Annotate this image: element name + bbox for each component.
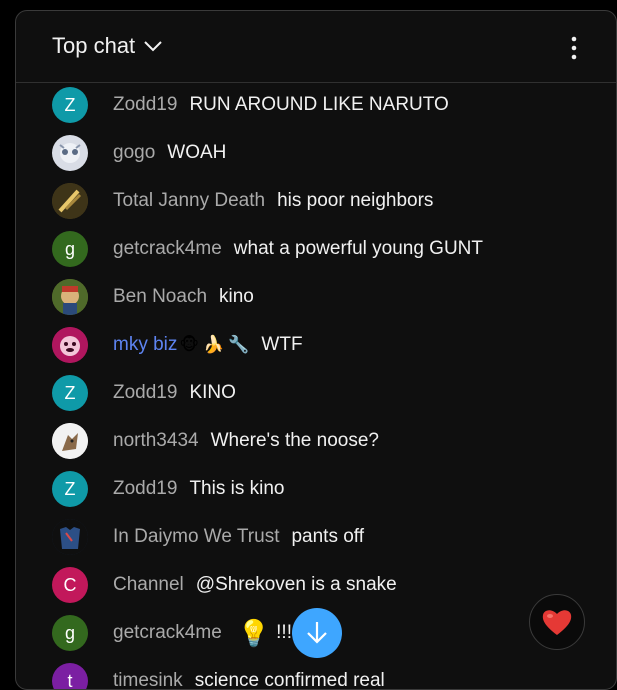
chat-message: In Daiymo We Trust pants off [52, 517, 364, 557]
message-author[interactable]: getcrack4me [113, 622, 222, 644]
chat-message: Z Zodd19 This is kino [52, 469, 284, 509]
avatar[interactable]: C [52, 567, 88, 603]
avatar[interactable]: g [52, 615, 88, 651]
message-author[interactable]: Zodd19 [113, 478, 177, 500]
message-text: WOAH [167, 142, 227, 163]
chat-mode-title: Top chat [52, 33, 136, 58]
avatar[interactable] [52, 519, 88, 555]
more-options-button[interactable] [562, 35, 586, 61]
chat-header: Top chat [16, 11, 616, 83]
message-text: @Shrekoven is a snake [195, 574, 397, 595]
message-text: science confirmed real [194, 670, 385, 690]
chat-message: Total Janny Death his poor neighbors [52, 181, 433, 221]
chat-message: gogo WOAH [52, 133, 226, 173]
message-author-member[interactable]: mky biz [113, 334, 177, 356]
arrow-down-icon [307, 622, 327, 644]
avatar[interactable]: t [52, 663, 88, 689]
lightbulb-emoji-icon: 💡 [237, 617, 271, 648]
chat-message: Z Zodd19 KINO [52, 373, 236, 413]
message-text: RUN AROUND LIKE NARUTO [189, 94, 449, 115]
message-text: WTF [261, 334, 303, 355]
message-text: his poor neighbors [277, 190, 434, 211]
chevron-down-icon [143, 40, 163, 52]
avatar[interactable] [52, 327, 88, 363]
chat-message: north3434 Where's the noose? [52, 421, 379, 461]
send-reaction-button[interactable] [529, 594, 585, 650]
chat-message: g getcrack4me 💡 !!! [52, 613, 292, 653]
message-author[interactable]: north3434 [113, 430, 199, 452]
message-author[interactable]: getcrack4me [113, 238, 222, 260]
chat-message: Ben Noach kino [52, 277, 254, 317]
chat-message: mky biz 🐵 🍌 🔧 WTF [52, 325, 303, 365]
top-chat-dropdown[interactable]: Top chat [52, 33, 163, 59]
scroll-to-bottom-button[interactable] [292, 608, 342, 658]
message-text: Where's the noose? [210, 430, 379, 451]
wrench-emoji-icon: 🔧 [228, 335, 250, 354]
avatar[interactable]: g [52, 231, 88, 267]
avatar[interactable]: Z [52, 87, 88, 123]
chat-message: C Channel @Shrekoven is a snake [52, 565, 397, 605]
message-author[interactable]: In Daiymo We Trust [113, 526, 279, 548]
chat-message: Z Zodd19 RUN AROUND LIKE NARUTO [52, 85, 449, 125]
message-author[interactable]: Zodd19 [113, 94, 177, 116]
message-author[interactable]: Ben Noach [113, 286, 207, 308]
message-author[interactable]: Total Janny Death [113, 190, 265, 212]
message-text: pants off [291, 526, 365, 547]
banana-emoji-icon: 🍌 [203, 335, 225, 354]
message-author[interactable]: gogo [113, 142, 155, 164]
avatar[interactable]: Z [52, 375, 88, 411]
message-text: !!! [276, 622, 292, 643]
chat-message-list[interactable]: Z Zodd19 RUN AROUND LIKE NARUTO gogo WOA… [16, 84, 616, 690]
message-text: KINO [189, 382, 236, 403]
message-author[interactable]: Channel [113, 574, 184, 596]
message-text: what a powerful young GUNT [233, 238, 484, 259]
avatar[interactable] [52, 183, 88, 219]
heart-icon [542, 610, 572, 635]
avatar[interactable]: Z [52, 471, 88, 507]
monkey-emoji-icon: 🐵 [179, 335, 200, 354]
message-author[interactable]: timesink [113, 670, 183, 689]
message-text: This is kino [189, 478, 285, 499]
member-badges: 🐵 🍌 🔧 [179, 335, 249, 355]
live-chat-panel: Top chat Z Zodd19 RUN AROUND LIKE NARUTO… [15, 10, 617, 690]
chat-message: t timesink science confirmed real [52, 661, 385, 690]
chat-message: g getcrack4me what a powerful young GUNT [52, 229, 483, 269]
avatar[interactable] [52, 135, 88, 171]
message-author[interactable]: Zodd19 [113, 382, 177, 404]
message-text: kino [219, 286, 254, 307]
avatar[interactable] [52, 279, 88, 315]
avatar[interactable] [52, 423, 88, 459]
more-vert-icon [571, 36, 577, 60]
